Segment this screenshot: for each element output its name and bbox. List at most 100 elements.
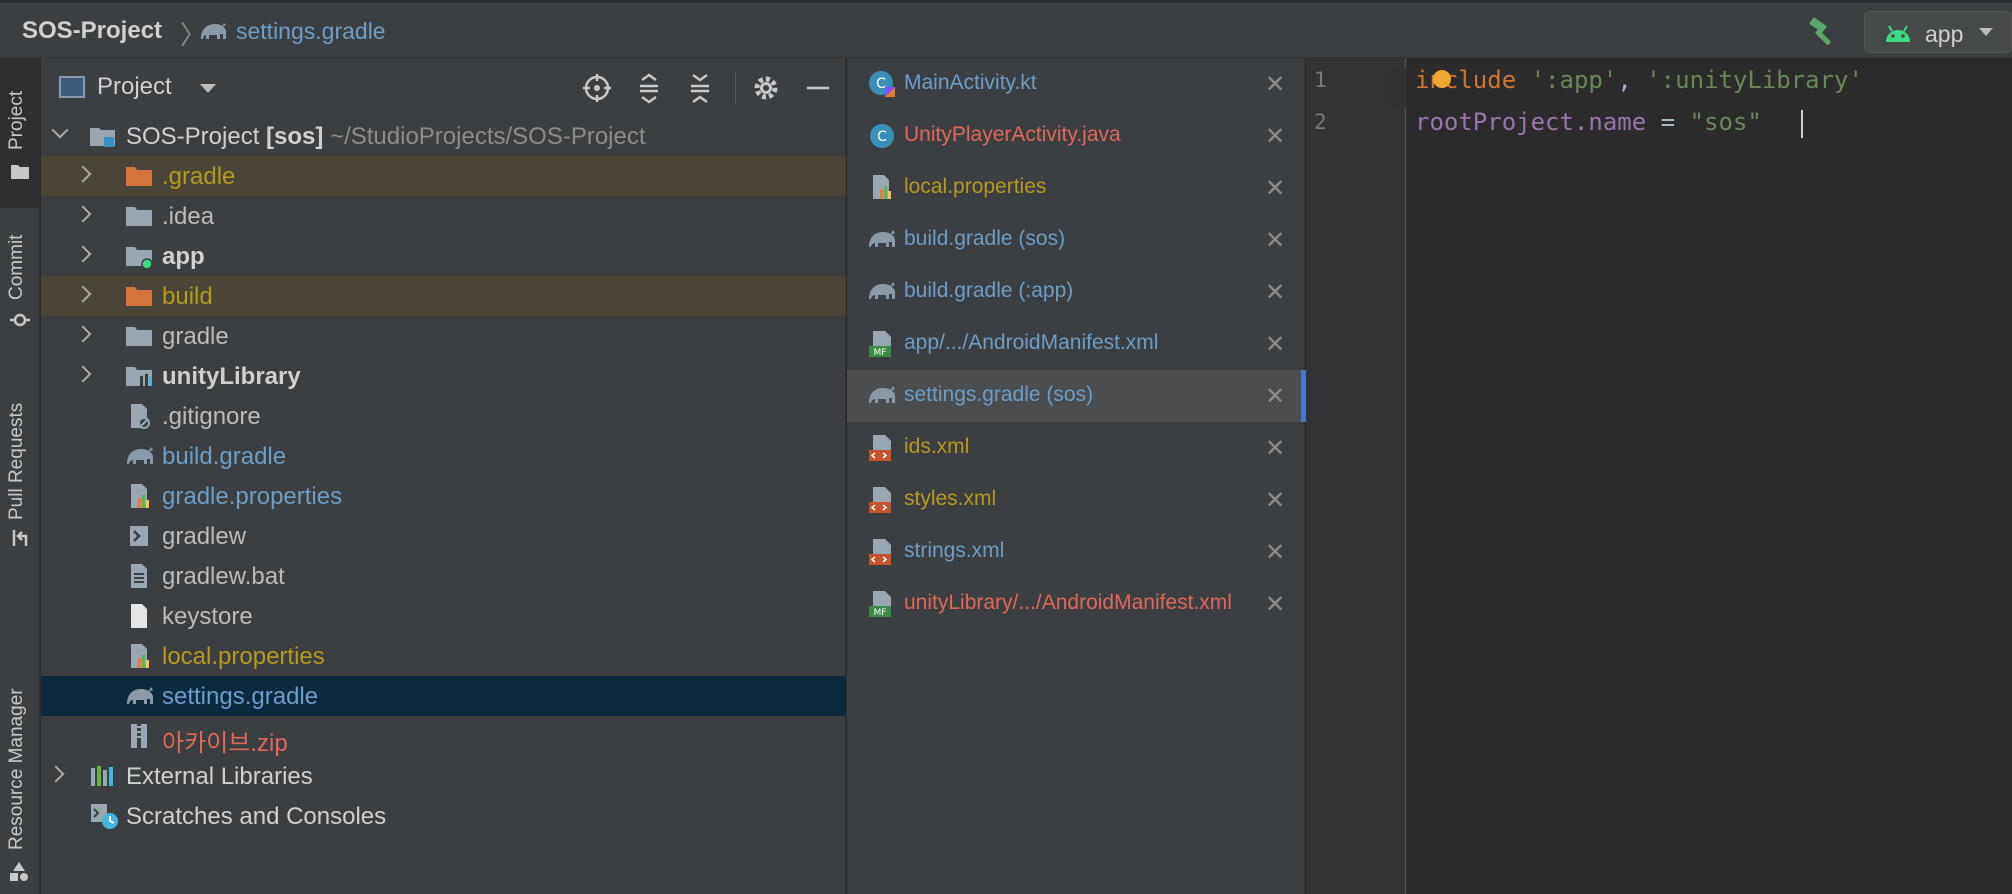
- recent-file-item[interactable]: MF app/.../AndroidManifest.xml ✕: [847, 318, 1305, 370]
- tree-item-label: app: [162, 243, 205, 270]
- close-icon[interactable]: ✕: [1265, 174, 1285, 203]
- close-icon[interactable]: ✕: [1265, 382, 1285, 411]
- java-class-icon: C: [867, 121, 897, 151]
- run-configuration-select[interactable]: app: [1864, 11, 2012, 53]
- recent-file-item[interactable]: build.gradle (:app) ✕: [847, 266, 1305, 318]
- android-icon: [1883, 22, 1913, 49]
- close-icon[interactable]: ✕: [1265, 122, 1285, 151]
- recent-file-item[interactable]: styles.xml ✕: [847, 474, 1305, 526]
- recent-file-item[interactable]: strings.xml ✕: [847, 526, 1305, 578]
- tree-root-sos-project[interactable]: SOS-Project [sos] ~/StudioProjects/SOS-P…: [41, 116, 846, 156]
- navigation-bar: SOS-Project 〉 settings.gradle app: [0, 0, 2012, 58]
- tree-root-label: SOS-Project [sos] ~/StudioProjects/SOS-P…: [126, 123, 646, 151]
- properties-file-icon: [867, 173, 897, 203]
- chevron-right-icon[interactable]: [74, 165, 92, 183]
- tree-item[interactable]: .gradle: [41, 156, 846, 196]
- recent-file-label: strings.xml: [904, 539, 1005, 562]
- tree-item[interactable]: settings.gradle: [41, 676, 846, 716]
- locate-icon[interactable]: [581, 72, 613, 104]
- tree-item[interactable]: app: [41, 236, 846, 276]
- recent-file-item[interactable]: build.gradle (sos) ✕: [847, 214, 1305, 266]
- minimize-icon[interactable]: [801, 72, 833, 104]
- tree-item[interactable]: keystore: [41, 596, 846, 636]
- recent-file-item[interactable]: ids.xml ✕: [847, 422, 1305, 474]
- recent-file-label: local.properties: [904, 175, 1047, 198]
- tree-item-external-libraries[interactable]: External Libraries: [41, 756, 846, 796]
- code-line-2[interactable]: rootProject.name = "sos": [1415, 108, 1762, 136]
- recent-file-label: styles.xml: [904, 487, 997, 510]
- text-file-icon: [125, 562, 153, 590]
- folder-icon: [10, 162, 30, 185]
- lightbulb-icon[interactable]: [1433, 70, 1451, 88]
- tree-item[interactable]: unityLibrary: [41, 356, 846, 396]
- recent-file-item[interactable]: C UnityPlayerActivity.java ✕: [847, 110, 1305, 162]
- recent-file-item[interactable]: MF unityLibrary/.../AndroidManifest.xml ✕: [847, 578, 1305, 630]
- toolbar-divider: [735, 72, 736, 104]
- tree-item[interactable]: gradle: [41, 316, 846, 356]
- tree-item[interactable]: .idea: [41, 196, 846, 236]
- tool-tab-project[interactable]: Project: [0, 58, 40, 208]
- close-icon[interactable]: ✕: [1265, 434, 1285, 463]
- code-line-1[interactable]: include ':app', ':unityLibrary': [1415, 66, 1863, 94]
- tree-item-label: gradle.properties: [162, 483, 343, 510]
- tree-item[interactable]: 아카이브.zip: [41, 716, 846, 757]
- project-view-title[interactable]: Project: [97, 73, 172, 101]
- tool-tab-label: Resource Manager: [6, 688, 27, 850]
- close-icon[interactable]: ✕: [1265, 70, 1285, 99]
- line-number: 2: [1314, 110, 1327, 134]
- commit-icon: [10, 310, 30, 335]
- tree-item[interactable]: gradlew.bat: [41, 556, 846, 596]
- comma-token: ,: [1617, 66, 1647, 94]
- close-icon[interactable]: ✕: [1265, 538, 1285, 567]
- tree-item-label: 아카이브.zip: [162, 730, 288, 757]
- scratches-label: Scratches and Consoles: [126, 803, 387, 830]
- string-token: ':app': [1530, 66, 1618, 94]
- tree-item-scratches[interactable]: Scratches and Consoles: [41, 796, 846, 836]
- tree-item[interactable]: gradle.properties: [41, 476, 846, 516]
- chevron-right-icon[interactable]: [47, 765, 65, 783]
- recent-file-label: build.gradle (:app): [904, 279, 1074, 302]
- chevron-right-icon[interactable]: [74, 285, 92, 303]
- collapse-all-icon[interactable]: [684, 72, 716, 104]
- gear-icon[interactable]: [750, 72, 782, 104]
- tree-item-label: settings.gradle: [162, 683, 319, 710]
- editor-gutter: 1 2: [1306, 58, 1406, 894]
- keyword-token: include: [1415, 66, 1517, 94]
- chevron-down-icon[interactable]: [200, 84, 216, 93]
- breadcrumb-project[interactable]: SOS-Project: [22, 17, 162, 45]
- code-editor[interactable]: include ':app', ':unityLibrary' rootProj…: [1407, 58, 2012, 894]
- hammer-icon[interactable]: [1806, 15, 1840, 54]
- chevron-right-icon[interactable]: [74, 365, 92, 383]
- recent-file-item[interactable]: local.properties ✕: [847, 162, 1305, 214]
- recent-file-item[interactable]: C MainActivity.kt ✕: [847, 58, 1305, 110]
- close-icon[interactable]: ✕: [1265, 278, 1285, 307]
- tool-tab-commit[interactable]: Commit: [0, 218, 40, 398]
- close-icon[interactable]: ✕: [1265, 226, 1285, 255]
- breadcrumb-file[interactable]: settings.gradle: [236, 18, 386, 45]
- project-tool-window: Project SOS-Project [sos] ~/StudioProjec…: [41, 58, 846, 894]
- tool-tab-resource-manager[interactable]: Resource Manager: [0, 598, 40, 888]
- run-config-label: app: [1925, 21, 1964, 47]
- resource-manager-icon: [8, 860, 30, 887]
- tree-item[interactable]: .gitignore: [41, 396, 846, 436]
- close-icon[interactable]: ✕: [1265, 486, 1285, 515]
- tree-item[interactable]: build: [41, 276, 846, 316]
- tree-item-label: gradlew: [162, 523, 247, 550]
- properties-file-icon: [125, 482, 153, 510]
- root-project-name: SOS-Project: [126, 123, 260, 150]
- close-icon[interactable]: ✕: [1265, 590, 1285, 619]
- expand-all-icon[interactable]: [633, 72, 665, 104]
- tool-tab-pull-requests[interactable]: Pull Requests: [0, 378, 40, 618]
- tree-item[interactable]: local.properties: [41, 636, 846, 676]
- close-icon[interactable]: ✕: [1265, 330, 1285, 359]
- recent-file-item[interactable]: settings.gradle (sos) ✕: [847, 370, 1306, 422]
- chevron-right-icon[interactable]: [74, 325, 92, 343]
- tool-tab-label: Project: [6, 90, 27, 150]
- chevron-right-icon[interactable]: [74, 205, 92, 223]
- tree-item[interactable]: build.gradle: [41, 436, 846, 476]
- tree-item-label: local.properties: [162, 643, 325, 670]
- chevron-right-icon[interactable]: [74, 245, 92, 263]
- chevron-down-icon[interactable]: [51, 121, 69, 139]
- blank-file-icon: [125, 602, 153, 630]
- tree-item[interactable]: gradlew: [41, 516, 846, 556]
